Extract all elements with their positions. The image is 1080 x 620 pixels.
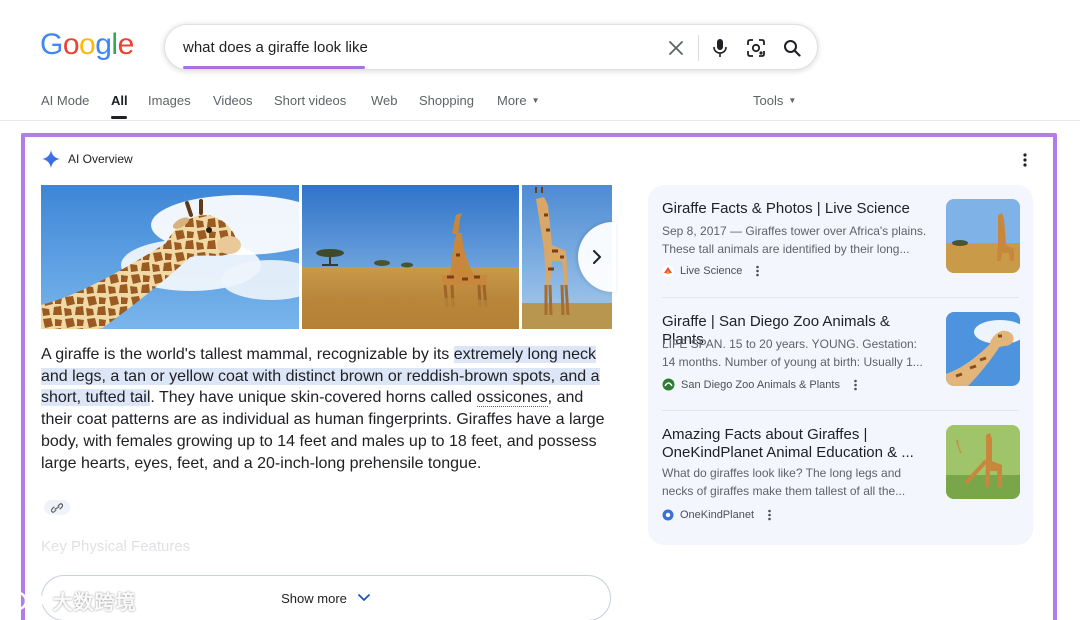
source-card-san-diego-zoo[interactable]: Giraffe | San Diego Zoo Animals & Plants… xyxy=(648,298,1033,411)
tab-ai-mode[interactable]: AI Mode xyxy=(41,93,89,108)
source-snippet: LIFE SPAN. 15 to 20 years. YOUNG. Gestat… xyxy=(662,337,917,351)
watermark-icon xyxy=(8,591,44,611)
more-options-icon[interactable] xyxy=(768,509,771,521)
source-card-live-science[interactable]: Giraffe Facts & Photos | Live Science Se… xyxy=(648,185,1033,298)
key-features-heading: Key Physical Features xyxy=(41,538,191,555)
header-divider xyxy=(0,120,1080,121)
giraffe-image-1[interactable] xyxy=(41,185,299,329)
google-logo[interactable]: Google xyxy=(40,28,134,62)
logo-letter: G xyxy=(40,28,63,61)
link-icon xyxy=(51,502,63,513)
san-diego-zoo-favicon-icon xyxy=(662,378,675,391)
image-carousel xyxy=(41,185,612,329)
source-snippet: What do giraffes look like? The long leg… xyxy=(662,466,902,480)
logo-letter: o xyxy=(79,28,96,61)
search-box[interactable]: what does a giraffe look like xyxy=(164,24,818,70)
watermark-text: 大数跨境 xyxy=(52,592,137,614)
show-more-label: Show more xyxy=(281,590,347,606)
tab-images[interactable]: Images xyxy=(148,93,191,108)
active-tab-indicator xyxy=(111,116,127,119)
sources-panel: Giraffe Facts & Photos | Live Science Se… xyxy=(648,185,1033,545)
chevron-right-icon xyxy=(593,250,601,264)
source-site-name: San Diego Zoo Animals & Plants xyxy=(681,378,840,391)
tab-web[interactable]: Web xyxy=(371,93,398,108)
onekindplanet-favicon-icon xyxy=(662,509,674,521)
source-site: San Diego Zoo Animals & Plants xyxy=(662,378,857,391)
source-link-chip[interactable] xyxy=(44,500,70,515)
close-icon[interactable] xyxy=(663,35,689,61)
logo-letter: e xyxy=(117,28,135,61)
logo-letter: o xyxy=(62,28,80,61)
search-separator xyxy=(698,35,699,61)
source-title[interactable]: Giraffe Facts & Photos | Live Science xyxy=(662,200,932,218)
giraffe-image-2[interactable] xyxy=(302,185,519,329)
ai-overview-header: AI Overview xyxy=(42,150,133,168)
source-snippet: These tall animals are identified by the… xyxy=(662,242,910,256)
tab-shopping[interactable]: Shopping xyxy=(419,93,474,108)
live-science-favicon-icon xyxy=(662,265,674,277)
tab-short-videos[interactable]: Short videos xyxy=(274,93,346,108)
source-title-line: OneKindPlanet Animal Education & ... xyxy=(662,444,914,461)
more-options-icon[interactable] xyxy=(756,265,760,277)
tab-videos[interactable]: Videos xyxy=(213,93,253,108)
source-thumbnail[interactable] xyxy=(946,199,1020,273)
tab-more[interactable]: More ▼ xyxy=(497,93,540,108)
source-snippet: Sep 8, 2017 — Giraffes tower over Africa… xyxy=(662,224,927,238)
source-site-name: OneKindPlanet xyxy=(680,509,754,521)
logo-letter: g xyxy=(95,28,112,61)
source-title-line: Amazing Facts about Giraffes | xyxy=(662,426,868,443)
search-input[interactable]: what does a giraffe look like xyxy=(183,39,368,56)
overview-text-part: . They have unique skin-covered horns ca… xyxy=(150,389,477,407)
source-site-name: Live Science xyxy=(680,265,743,277)
caret-down-icon: ▼ xyxy=(531,96,540,105)
source-title[interactable]: Amazing Facts about Giraffes | OneKindPl… xyxy=(662,426,932,462)
ai-overview-title: AI Overview xyxy=(68,152,133,166)
tab-more-label: More xyxy=(497,93,527,108)
tools-label: Tools xyxy=(753,93,784,108)
microphone-icon[interactable] xyxy=(707,35,733,61)
source-thumbnail[interactable] xyxy=(946,425,1020,499)
watermark-logo: 大数跨境 xyxy=(8,586,137,615)
chevron-down-icon xyxy=(357,594,370,601)
source-thumbnail[interactable] xyxy=(946,312,1020,386)
search-icon[interactable] xyxy=(779,35,805,61)
source-snippet: 14 months. Number of young at birth: Usu… xyxy=(662,355,923,369)
more-options-icon[interactable] xyxy=(854,379,857,391)
query-highlight-underline xyxy=(183,66,365,69)
source-site: OneKindPlanet xyxy=(662,509,771,521)
source-card-onekindplanet[interactable]: Amazing Facts about Giraffes | OneKindPl… xyxy=(648,411,1033,524)
source-snippet: necks of giraffes make them tallest of a… xyxy=(662,484,906,498)
caret-down-icon: ▼ xyxy=(788,96,797,105)
tools-button[interactable]: Tools ▼ xyxy=(753,93,796,108)
tab-all[interactable]: All xyxy=(111,93,128,108)
sparkle-icon xyxy=(42,150,60,168)
lens-icon[interactable] xyxy=(743,35,769,61)
ai-overview-text: A giraffe is the world's tallest mammal,… xyxy=(41,344,616,474)
source-site: Live Science xyxy=(662,265,760,277)
overview-text-part: A giraffe is the world's tallest mammal,… xyxy=(41,346,454,363)
ossicones-link[interactable]: ossicones xyxy=(476,389,548,408)
more-options-icon[interactable] xyxy=(1021,152,1029,168)
